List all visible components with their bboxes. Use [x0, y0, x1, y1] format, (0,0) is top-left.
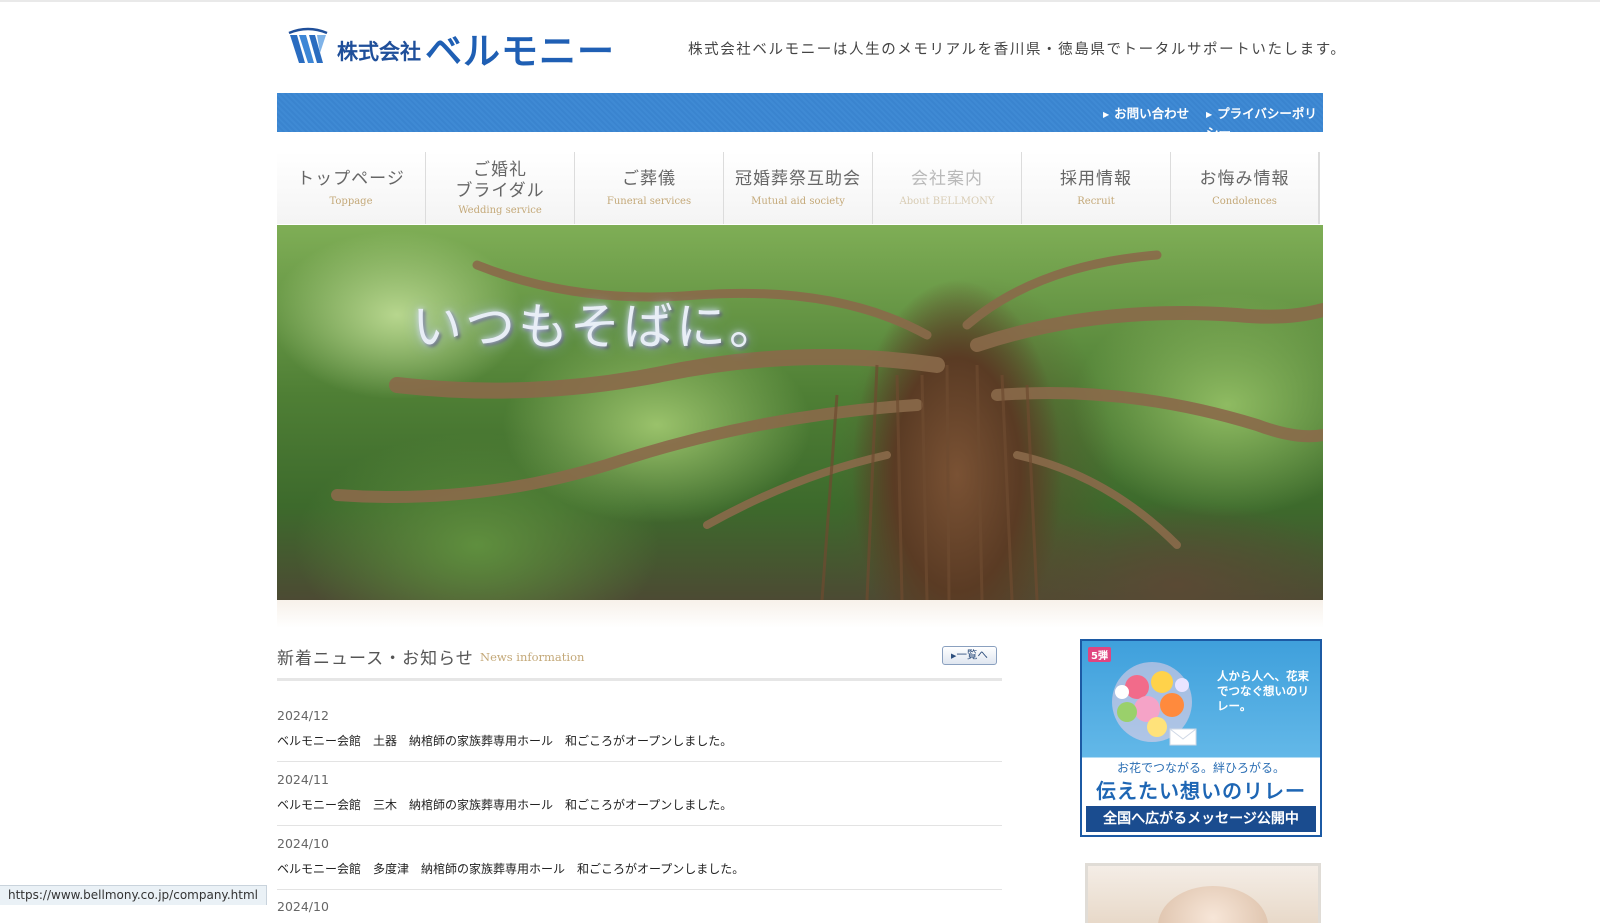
news-item: 2024/10	[277, 890, 1002, 914]
nav-wedding[interactable]: ご婚礼 ブライダル Wedding service	[426, 152, 575, 224]
nav-sublabel: Mutual aid society	[751, 196, 845, 207]
news-date: 2024/10	[277, 836, 329, 851]
main-nav: トップページ Toppage ご婚礼 ブライダル Wedding service…	[277, 152, 1323, 224]
nav-sublabel: Toppage	[329, 196, 373, 207]
bellmony-logo-icon	[288, 27, 328, 63]
news-list-button-label: 一覧へ	[956, 649, 988, 661]
triangle-right-icon: ▶	[1206, 110, 1213, 119]
news-date: 2024/11	[277, 772, 329, 787]
nav-sublabel: Recruit	[1077, 196, 1115, 207]
tree-branches-illustration	[331, 250, 1323, 600]
nav-sublabel: Funeral services	[606, 196, 692, 207]
privacy-policy-link-label: プライバシーポリシー	[1206, 106, 1317, 140]
nav-label: トップページ	[297, 169, 405, 189]
banner-badge: 5弾	[1088, 647, 1111, 662]
news-subtitle: News information	[480, 650, 585, 664]
logo-company-text: 株式会社	[337, 40, 421, 64]
nav-label: 採用情報	[1060, 169, 1132, 189]
nav-label: ご葬儀	[622, 169, 676, 189]
nav-label: お悔み情報	[1199, 169, 1290, 189]
contact-link-label: お問い合わせ	[1114, 106, 1190, 121]
news-link[interactable]: ベルモニー会館 多度津 納棺師の家族葬専用ホール 和ごころがオープンしました。	[277, 860, 744, 877]
nav-recruit[interactable]: 採用情報 Recruit	[1022, 152, 1171, 224]
portrait-banner[interactable]	[1085, 863, 1321, 923]
nav-mutual-aid[interactable]: 冠婚葬祭互助会 Mutual aid society	[724, 152, 873, 224]
nav-toppage[interactable]: トップページ Toppage	[277, 152, 426, 224]
news-date: 2024/10	[277, 899, 329, 914]
news-item: 2024/12 ベルモニー会館 土器 納棺師の家族葬専用ホール 和ごころがオープ…	[277, 698, 1002, 762]
nav-label: 会社案内	[911, 169, 983, 189]
browser-status-url: https://www.bellmony.co.jp/company.html	[0, 885, 267, 905]
news-link[interactable]: ベルモニー会館 三木 納棺師の家族葬専用ホール 和ごころがオープンしました。	[277, 796, 732, 813]
news-list-button[interactable]: ▶一覧へ	[942, 646, 997, 665]
utility-bar: ▶ お問い合わせ ▶ プライバシーポリシー	[277, 93, 1323, 140]
nav-label: 冠婚葬祭互助会	[735, 169, 861, 189]
banner-copy: 人から人へ、花束でつなぐ想いのリレー。	[1217, 669, 1309, 713]
nav-sublabel: Wedding service	[458, 205, 542, 216]
news-header: 新着ニュース・お知らせ News information ▶一覧へ	[277, 640, 1002, 681]
triangle-right-icon: ▶	[1103, 110, 1110, 119]
privacy-policy-link[interactable]: ▶ プライバシーポリシー	[1206, 103, 1323, 141]
top-border	[0, 0, 1600, 2]
nav-sublabel: About BELLMONY	[899, 196, 995, 207]
nav-about[interactable]: 会社案内 About BELLMONY	[873, 152, 1022, 224]
banner-cta-bar: 全国へ広がるメッセージ公開中	[1086, 806, 1316, 832]
hero-bottom-fade	[277, 600, 1323, 628]
news-link[interactable]: ベルモニー会館 土器 納棺師の家族葬専用ホール 和ごころがオープンしました。	[277, 732, 732, 749]
flower-bouquet-icon	[1112, 662, 1197, 746]
nav-label: ご婚礼 ブライダル	[455, 160, 545, 201]
news-item: 2024/11 ベルモニー会館 三木 納棺師の家族葬専用ホール 和ごころがオープ…	[277, 762, 1002, 826]
news-date: 2024/12	[277, 708, 329, 723]
news-item: 2024/10 ベルモニー会館 多度津 納棺師の家族葬専用ホール 和ごころがオー…	[277, 826, 1002, 890]
header-tagline: 株式会社ベルモニーは人生のメモリアルを香川県・徳島県でトータルサポートいたします…	[688, 42, 1347, 58]
hero-headline: いつもそばに。	[412, 298, 782, 356]
banner-headline: 伝えたい想いのリレー	[1096, 779, 1306, 803]
banner-tagline: お花でつながる。絆ひろがる。	[1116, 761, 1285, 775]
news-title: 新着ニュース・お知らせ	[277, 649, 474, 669]
contact-link[interactable]: ▶ お問い合わせ	[1103, 103, 1189, 122]
nav-sublabel: Condolences	[1212, 196, 1277, 207]
hero-banyan-tree-image: いつもそばに。	[277, 225, 1323, 600]
logo-name-text: ベルモニー	[425, 30, 615, 73]
company-logo[interactable]: 株式会社 ベルモニー	[287, 26, 615, 73]
message-relay-banner[interactable]: 5弾 人から人へ、花束でつなぐ想いのリレー。 お花でつながる。絆ひろがる。 伝え…	[1080, 639, 1322, 837]
nav-funeral[interactable]: ご葬儀 Funeral services	[575, 152, 724, 224]
nav-condolences[interactable]: お悔み情報 Condolences	[1171, 152, 1320, 224]
